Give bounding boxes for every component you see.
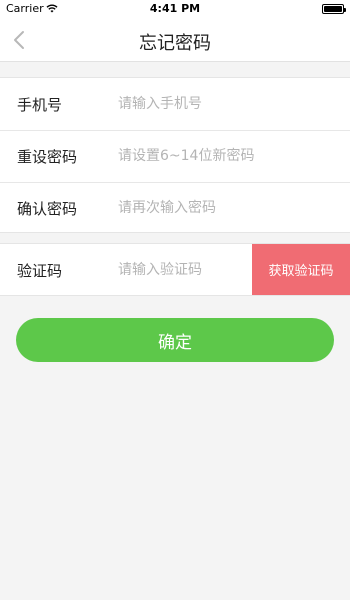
status-time: 4:41 PM bbox=[149, 2, 201, 15]
confirm-password-input[interactable] bbox=[118, 192, 338, 224]
page-title: 忘记密码 bbox=[139, 33, 211, 54]
verify-code-row: 验证码 获取验证码 bbox=[0, 244, 350, 296]
phone-input[interactable] bbox=[118, 88, 338, 120]
phone-row: 手机号 bbox=[0, 78, 350, 130]
status-bar: Carrier 4:41 PM bbox=[0, 0, 350, 18]
battery-icon bbox=[322, 4, 346, 14]
new-password-input[interactable] bbox=[118, 140, 338, 172]
new-password-row: 重设密码 bbox=[0, 130, 350, 182]
verify-code-label: 验证码 bbox=[17, 262, 63, 280]
verification-form: 验证码 获取验证码 bbox=[0, 243, 350, 296]
confirm-password-label: 确认密码 bbox=[17, 200, 78, 218]
navigation-bar: 忘记密码 bbox=[0, 18, 350, 62]
verify-code-input[interactable] bbox=[118, 254, 248, 286]
confirm-password-row: 确认密码 bbox=[0, 182, 350, 234]
confirm-button[interactable]: 确定 bbox=[16, 318, 334, 362]
new-password-label: 重设密码 bbox=[17, 148, 78, 166]
password-reset-form: 手机号 重设密码 确认密码 bbox=[0, 77, 350, 233]
get-verification-code-button[interactable]: 获取验证码 bbox=[252, 244, 350, 295]
phone-label: 手机号 bbox=[17, 96, 63, 114]
